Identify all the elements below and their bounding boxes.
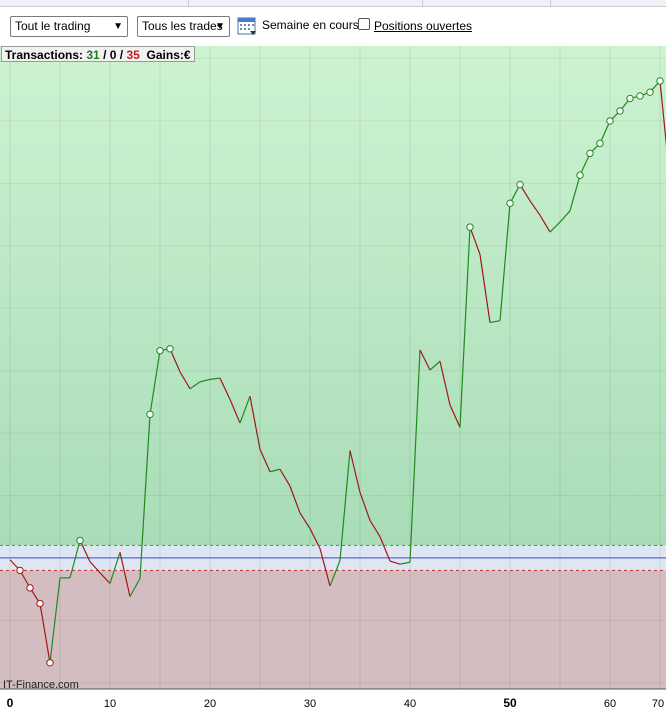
trade-marker (616, 107, 624, 115)
x-tick-label: 0 (7, 696, 14, 709)
tab-separator (422, 0, 423, 7)
x-axis: 0 10 20 30 40 50 60 70 (7, 696, 664, 709)
x-tick-label: 60 (604, 698, 616, 709)
scope-select[interactable]: Tout le trading ▼ (10, 16, 128, 37)
x-tick-label: 30 (304, 698, 316, 709)
scope-select-value: Tout le trading (15, 19, 91, 33)
trade-marker (16, 566, 24, 575)
trade-marker (636, 92, 644, 100)
tab-strip (0, 0, 666, 7)
gains-label: Gains: (146, 48, 184, 62)
watermark: IT-Finance.com (3, 679, 79, 691)
trade-marker (166, 345, 174, 353)
count-separator: / (103, 48, 107, 62)
trade-marker (656, 77, 664, 85)
toolbar: Tout le trading ▼ Tous les trades ▼ Sema… (0, 8, 666, 46)
period-label[interactable]: Semaine en cours (262, 18, 359, 32)
trade-marker (26, 584, 34, 592)
x-tick-label: 10 (104, 698, 116, 709)
trade-marker (506, 199, 514, 208)
trade-marker (466, 223, 474, 231)
chevron-down-icon: ▼ (113, 21, 123, 32)
trade-marker (516, 180, 524, 189)
x-tick-label: 20 (204, 698, 216, 709)
trade-marker (586, 149, 594, 158)
open-positions-label[interactable]: Positions ouvertes (374, 19, 472, 33)
x-tick-label: 40 (404, 698, 416, 709)
calendar-icon[interactable] (237, 16, 257, 36)
x-tick-label: 70 (652, 698, 664, 709)
chevron-down-icon: ▼ (215, 21, 225, 32)
neutral-count: 0 (109, 48, 117, 62)
trades-select[interactable]: Tous les trades ▼ (137, 16, 230, 37)
count-separator: / (119, 48, 124, 62)
trade-marker (76, 536, 84, 545)
gains-unit: € (183, 48, 191, 62)
trade-marker (626, 94, 634, 103)
trade-marker (576, 171, 584, 179)
tab-separator (188, 0, 189, 7)
trade-marker (156, 346, 164, 355)
open-positions-checkbox[interactable] (358, 18, 370, 30)
loss-zone (0, 570, 666, 689)
tab-separator (550, 0, 551, 7)
trade-marker (606, 117, 614, 125)
trade-marker (36, 599, 44, 608)
transactions-summary: Transactions: 31 / 0 / 35 Gains:€ (1, 46, 195, 62)
x-tick-label: 50 (503, 696, 517, 709)
transactions-label: Transactions: (5, 48, 84, 62)
trade-marker (646, 88, 654, 96)
trade-marker (46, 659, 54, 667)
winning-count: 31 (86, 48, 100, 62)
equity-chart: 0 10 20 30 40 50 60 70 IT-Finance.com (0, 46, 666, 709)
losing-count: 35 (126, 48, 140, 62)
trade-marker (596, 139, 604, 148)
trades-select-value: Tous les trades (142, 19, 223, 33)
trade-marker (146, 410, 154, 419)
